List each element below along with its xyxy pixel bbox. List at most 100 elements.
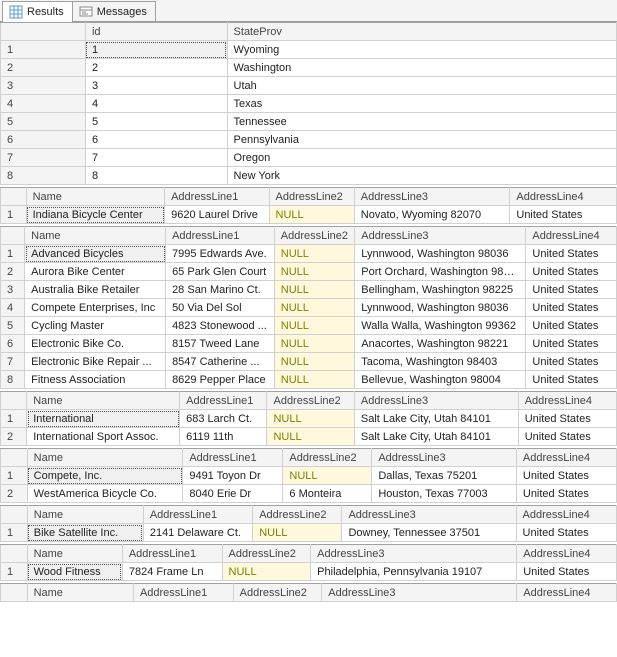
row-number-cell[interactable]: 1 bbox=[1, 467, 28, 485]
data-cell[interactable]: Houston, Texas 77003 bbox=[372, 485, 517, 503]
column-header[interactable]: id bbox=[85, 23, 227, 41]
table-row[interactable]: 33Utah bbox=[1, 77, 617, 95]
data-cell[interactable]: Anacortes, Washington 98221 bbox=[355, 335, 526, 353]
data-cell[interactable]: Pennsylvania bbox=[227, 131, 616, 149]
data-cell[interactable]: Port Orchard, Washington 98366 bbox=[355, 263, 526, 281]
null-cell[interactable]: NULL bbox=[274, 281, 355, 299]
data-cell[interactable]: Indiana Bicycle Center bbox=[26, 206, 165, 224]
row-header-corner[interactable] bbox=[1, 449, 28, 467]
row-number-cell[interactable]: 3 bbox=[1, 281, 25, 299]
data-cell[interactable]: United States bbox=[526, 299, 617, 317]
table-row[interactable]: 3Australia Bike Retailer28 San Marino Ct… bbox=[1, 281, 617, 299]
row-header-corner[interactable] bbox=[1, 545, 28, 563]
data-cell[interactable]: Electronic Bike Co. bbox=[25, 335, 166, 353]
column-header[interactable]: AddressLine2 bbox=[269, 188, 354, 206]
data-cell[interactable]: 3 bbox=[85, 77, 227, 95]
data-cell[interactable]: Compete, Inc. bbox=[27, 467, 183, 485]
row-number-cell[interactable]: 2 bbox=[1, 59, 86, 77]
table-row[interactable]: 2International Sport Assoc.6119 11thNULL… bbox=[1, 428, 617, 446]
data-cell[interactable]: Novato, Wyoming 82070 bbox=[354, 206, 510, 224]
table-row[interactable]: 6Electronic Bike Co.8157 Tweed LaneNULLA… bbox=[1, 335, 617, 353]
data-cell[interactable]: United States bbox=[526, 371, 617, 389]
data-cell[interactable]: Washington bbox=[227, 59, 616, 77]
data-cell[interactable]: Downey, Tennessee 37501 bbox=[342, 524, 516, 542]
table-row[interactable]: 1Advanced Bicycles7995 Edwards Ave.NULLL… bbox=[1, 245, 617, 263]
data-cell[interactable]: Advanced Bicycles bbox=[25, 245, 166, 263]
column-header[interactable]: AddressLine4 bbox=[518, 392, 616, 410]
row-number-cell[interactable]: 1 bbox=[1, 245, 25, 263]
row-number-cell[interactable]: 8 bbox=[1, 371, 25, 389]
row-number-cell[interactable]: 8 bbox=[1, 167, 86, 185]
data-cell[interactable]: Tennessee bbox=[227, 113, 616, 131]
column-header[interactable]: Name bbox=[27, 392, 180, 410]
data-cell[interactable]: International Sport Assoc. bbox=[27, 428, 180, 446]
data-cell[interactable]: Aurora Bike Center bbox=[25, 263, 166, 281]
null-cell[interactable]: NULL bbox=[274, 317, 355, 335]
row-header-corner[interactable] bbox=[1, 227, 25, 245]
data-cell[interactable]: United States bbox=[526, 281, 617, 299]
column-header[interactable]: AddressLine2 bbox=[274, 227, 355, 245]
data-cell[interactable]: Lynnwood, Washington 98036 bbox=[355, 299, 526, 317]
row-number-cell[interactable]: 3 bbox=[1, 77, 86, 95]
table-row[interactable]: 7Electronic Bike Repair ...8547 Catherin… bbox=[1, 353, 617, 371]
table-row[interactable]: 2Aurora Bike Center65 Park Glen CourtNUL… bbox=[1, 263, 617, 281]
column-header[interactable]: AddressLine4 bbox=[510, 188, 617, 206]
column-header[interactable]: AddressLine3 bbox=[355, 227, 526, 245]
column-header[interactable]: Name bbox=[26, 188, 165, 206]
column-header[interactable]: AddressLine1 bbox=[143, 506, 252, 524]
row-number-cell[interactable]: 4 bbox=[1, 95, 86, 113]
data-cell[interactable]: Wood Fitness bbox=[27, 563, 122, 581]
row-number-cell[interactable]: 6 bbox=[1, 335, 25, 353]
data-cell[interactable]: 2 bbox=[85, 59, 227, 77]
data-cell[interactable]: 6119 11th bbox=[180, 428, 267, 446]
table-row[interactable]: 5Cycling Master4823 Stonewood ...NULLWal… bbox=[1, 317, 617, 335]
column-header[interactable]: AddressLine4 bbox=[517, 545, 617, 563]
column-header[interactable]: AddressLine1 bbox=[122, 545, 222, 563]
data-cell[interactable]: Tacoma, Washington 98403 bbox=[355, 353, 526, 371]
null-cell[interactable]: NULL bbox=[274, 353, 355, 371]
table-row[interactable]: 4Compete Enterprises, Inc50 Via Del SolN… bbox=[1, 299, 617, 317]
null-cell[interactable]: NULL bbox=[267, 428, 354, 446]
null-cell[interactable]: NULL bbox=[274, 371, 355, 389]
row-number-cell[interactable]: 2 bbox=[1, 428, 27, 446]
data-cell[interactable]: 9620 Laurel Drive bbox=[165, 206, 269, 224]
column-header[interactable]: Name bbox=[27, 506, 143, 524]
tab-messages[interactable]: Messages bbox=[72, 1, 156, 21]
row-number-cell[interactable]: 1 bbox=[1, 410, 27, 428]
table-row[interactable]: 22Washington bbox=[1, 59, 617, 77]
tab-results[interactable]: Results bbox=[2, 1, 73, 22]
null-cell[interactable]: NULL bbox=[274, 263, 355, 281]
data-cell[interactable]: Wyoming bbox=[227, 41, 616, 59]
data-cell[interactable]: Fitness Association bbox=[25, 371, 166, 389]
row-number-cell[interactable]: 5 bbox=[1, 317, 25, 335]
data-cell[interactable]: 2141 Delaware Ct. bbox=[143, 524, 252, 542]
row-header-corner[interactable] bbox=[1, 584, 28, 602]
data-cell[interactable]: 7824 Frame Ln bbox=[122, 563, 222, 581]
data-cell[interactable]: 6 bbox=[85, 131, 227, 149]
row-number-cell[interactable]: 7 bbox=[1, 353, 25, 371]
data-cell[interactable]: 683 Larch Ct. bbox=[180, 410, 267, 428]
data-cell[interactable]: International bbox=[27, 410, 180, 428]
data-cell[interactable]: 7995 Edwards Ave. bbox=[166, 245, 275, 263]
data-cell[interactable]: Oregon bbox=[227, 149, 616, 167]
row-header-corner[interactable] bbox=[1, 188, 27, 206]
table-row[interactable]: 88New York bbox=[1, 167, 617, 185]
table-row[interactable]: 2WestAmerica Bicycle Co.8040 Erie Dr6 Mo… bbox=[1, 485, 617, 503]
column-header[interactable]: AddressLine1 bbox=[166, 227, 275, 245]
row-number-cell[interactable]: 1 bbox=[1, 41, 86, 59]
column-header[interactable]: AddressLine1 bbox=[165, 188, 269, 206]
row-header-corner[interactable] bbox=[1, 392, 27, 410]
column-header[interactable]: AddressLine2 bbox=[253, 506, 342, 524]
row-number-cell[interactable]: 2 bbox=[1, 263, 25, 281]
row-number-cell[interactable]: 2 bbox=[1, 485, 28, 503]
column-header[interactable]: AddressLine4 bbox=[526, 227, 617, 245]
table-row[interactable]: 1Wood Fitness7824 Frame LnNULLPhiladelph… bbox=[1, 563, 617, 581]
data-cell[interactable]: United States bbox=[518, 428, 616, 446]
data-cell[interactable]: Australia Bike Retailer bbox=[25, 281, 166, 299]
table-row[interactable]: 8Fitness Association8629 Pepper PlaceNUL… bbox=[1, 371, 617, 389]
data-cell[interactable]: 8629 Pepper Place bbox=[166, 371, 275, 389]
data-cell[interactable]: Electronic Bike Repair ... bbox=[25, 353, 166, 371]
data-cell[interactable]: United States bbox=[516, 524, 616, 542]
data-cell[interactable]: 8040 Erie Dr bbox=[183, 485, 283, 503]
column-header[interactable]: Name bbox=[25, 227, 166, 245]
